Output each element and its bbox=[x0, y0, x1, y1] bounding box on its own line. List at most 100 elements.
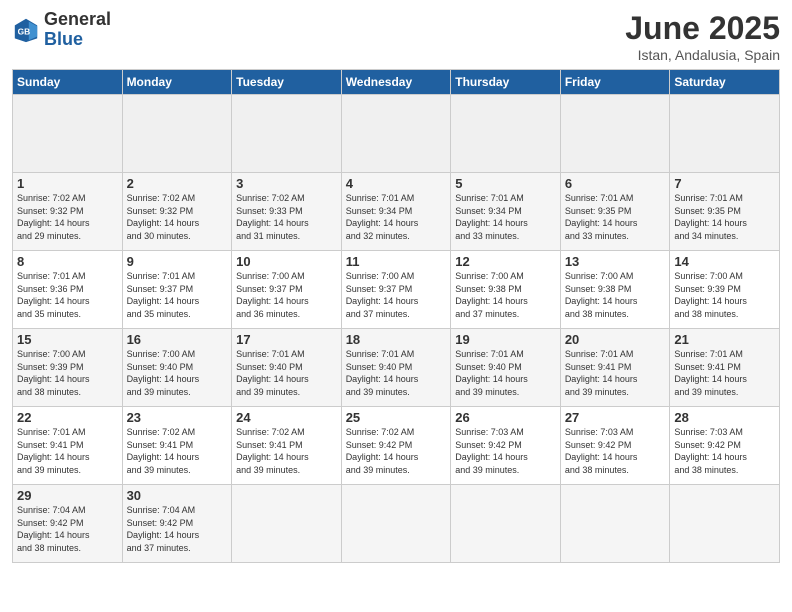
svg-text:GB: GB bbox=[18, 26, 31, 36]
calendar-cell: 20Sunrise: 7:01 AM Sunset: 9:41 PM Dayli… bbox=[560, 329, 670, 407]
week-row-2: 8Sunrise: 7:01 AM Sunset: 9:36 PM Daylig… bbox=[13, 251, 780, 329]
day-info: Sunrise: 7:04 AM Sunset: 9:42 PM Dayligh… bbox=[17, 504, 118, 554]
calendar-cell: 28Sunrise: 7:03 AM Sunset: 9:42 PM Dayli… bbox=[670, 407, 780, 485]
day-info: Sunrise: 7:00 AM Sunset: 9:37 PM Dayligh… bbox=[346, 270, 447, 320]
calendar-cell: 10Sunrise: 7:00 AM Sunset: 9:37 PM Dayli… bbox=[232, 251, 342, 329]
calendar-cell: 19Sunrise: 7:01 AM Sunset: 9:40 PM Dayli… bbox=[451, 329, 561, 407]
day-info: Sunrise: 7:01 AM Sunset: 9:36 PM Dayligh… bbox=[17, 270, 118, 320]
calendar-cell: 14Sunrise: 7:00 AM Sunset: 9:39 PM Dayli… bbox=[670, 251, 780, 329]
day-number: 5 bbox=[455, 176, 556, 191]
week-row-3: 15Sunrise: 7:00 AM Sunset: 9:39 PM Dayli… bbox=[13, 329, 780, 407]
day-info: Sunrise: 7:01 AM Sunset: 9:35 PM Dayligh… bbox=[565, 192, 666, 242]
column-header-saturday: Saturday bbox=[670, 70, 780, 95]
day-info: Sunrise: 7:02 AM Sunset: 9:41 PM Dayligh… bbox=[236, 426, 337, 476]
day-number: 7 bbox=[674, 176, 775, 191]
day-number: 15 bbox=[17, 332, 118, 347]
column-header-monday: Monday bbox=[122, 70, 232, 95]
calendar-cell: 21Sunrise: 7:01 AM Sunset: 9:41 PM Dayli… bbox=[670, 329, 780, 407]
day-info: Sunrise: 7:01 AM Sunset: 9:41 PM Dayligh… bbox=[565, 348, 666, 398]
day-number: 14 bbox=[674, 254, 775, 269]
day-number: 16 bbox=[127, 332, 228, 347]
logo-blue-text: Blue bbox=[44, 30, 111, 50]
day-info: Sunrise: 7:01 AM Sunset: 9:37 PM Dayligh… bbox=[127, 270, 228, 320]
calendar-cell bbox=[341, 485, 451, 563]
column-header-tuesday: Tuesday bbox=[232, 70, 342, 95]
day-number: 18 bbox=[346, 332, 447, 347]
day-info: Sunrise: 7:00 AM Sunset: 9:38 PM Dayligh… bbox=[565, 270, 666, 320]
title-block: June 2025 Istan, Andalusia, Spain bbox=[625, 10, 780, 63]
calendar-cell bbox=[232, 95, 342, 173]
day-number: 24 bbox=[236, 410, 337, 425]
calendar-cell: 18Sunrise: 7:01 AM Sunset: 9:40 PM Dayli… bbox=[341, 329, 451, 407]
day-number: 8 bbox=[17, 254, 118, 269]
calendar-cell: 27Sunrise: 7:03 AM Sunset: 9:42 PM Dayli… bbox=[560, 407, 670, 485]
day-info: Sunrise: 7:02 AM Sunset: 9:42 PM Dayligh… bbox=[346, 426, 447, 476]
day-info: Sunrise: 7:00 AM Sunset: 9:39 PM Dayligh… bbox=[17, 348, 118, 398]
day-number: 28 bbox=[674, 410, 775, 425]
calendar-cell: 1Sunrise: 7:02 AM Sunset: 9:32 PM Daylig… bbox=[13, 173, 123, 251]
day-number: 25 bbox=[346, 410, 447, 425]
week-row-5: 29Sunrise: 7:04 AM Sunset: 9:42 PM Dayli… bbox=[13, 485, 780, 563]
page-container: GB General Blue June 2025 Istan, Andalus… bbox=[0, 0, 792, 573]
column-header-thursday: Thursday bbox=[451, 70, 561, 95]
calendar-cell: 29Sunrise: 7:04 AM Sunset: 9:42 PM Dayli… bbox=[13, 485, 123, 563]
calendar-title: June 2025 bbox=[625, 10, 780, 47]
calendar-cell: 3Sunrise: 7:02 AM Sunset: 9:33 PM Daylig… bbox=[232, 173, 342, 251]
calendar-cell: 23Sunrise: 7:02 AM Sunset: 9:41 PM Dayli… bbox=[122, 407, 232, 485]
day-number: 29 bbox=[17, 488, 118, 503]
day-info: Sunrise: 7:01 AM Sunset: 9:41 PM Dayligh… bbox=[674, 348, 775, 398]
calendar-cell: 13Sunrise: 7:00 AM Sunset: 9:38 PM Dayli… bbox=[560, 251, 670, 329]
calendar-cell bbox=[670, 95, 780, 173]
day-number: 6 bbox=[565, 176, 666, 191]
day-info: Sunrise: 7:03 AM Sunset: 9:42 PM Dayligh… bbox=[565, 426, 666, 476]
calendar-cell bbox=[451, 485, 561, 563]
calendar-cell bbox=[451, 95, 561, 173]
calendar-table: SundayMondayTuesdayWednesdayThursdayFrid… bbox=[12, 69, 780, 563]
logo-icon: GB bbox=[12, 16, 40, 44]
calendar-cell: 8Sunrise: 7:01 AM Sunset: 9:36 PM Daylig… bbox=[13, 251, 123, 329]
calendar-cell: 4Sunrise: 7:01 AM Sunset: 9:34 PM Daylig… bbox=[341, 173, 451, 251]
day-number: 10 bbox=[236, 254, 337, 269]
day-info: Sunrise: 7:01 AM Sunset: 9:41 PM Dayligh… bbox=[17, 426, 118, 476]
day-number: 1 bbox=[17, 176, 118, 191]
day-number: 13 bbox=[565, 254, 666, 269]
calendar-cell: 26Sunrise: 7:03 AM Sunset: 9:42 PM Dayli… bbox=[451, 407, 561, 485]
calendar-cell bbox=[13, 95, 123, 173]
day-number: 11 bbox=[346, 254, 447, 269]
calendar-cell: 30Sunrise: 7:04 AM Sunset: 9:42 PM Dayli… bbox=[122, 485, 232, 563]
calendar-cell: 15Sunrise: 7:00 AM Sunset: 9:39 PM Dayli… bbox=[13, 329, 123, 407]
calendar-cell bbox=[232, 485, 342, 563]
day-info: Sunrise: 7:01 AM Sunset: 9:40 PM Dayligh… bbox=[346, 348, 447, 398]
calendar-cell: 22Sunrise: 7:01 AM Sunset: 9:41 PM Dayli… bbox=[13, 407, 123, 485]
day-number: 27 bbox=[565, 410, 666, 425]
day-number: 3 bbox=[236, 176, 337, 191]
calendar-cell: 11Sunrise: 7:00 AM Sunset: 9:37 PM Dayli… bbox=[341, 251, 451, 329]
column-header-friday: Friday bbox=[560, 70, 670, 95]
calendar-header-row: SundayMondayTuesdayWednesdayThursdayFrid… bbox=[13, 70, 780, 95]
calendar-cell: 2Sunrise: 7:02 AM Sunset: 9:32 PM Daylig… bbox=[122, 173, 232, 251]
calendar-cell bbox=[560, 485, 670, 563]
day-info: Sunrise: 7:01 AM Sunset: 9:40 PM Dayligh… bbox=[455, 348, 556, 398]
day-number: 26 bbox=[455, 410, 556, 425]
day-info: Sunrise: 7:02 AM Sunset: 9:33 PM Dayligh… bbox=[236, 192, 337, 242]
day-info: Sunrise: 7:02 AM Sunset: 9:32 PM Dayligh… bbox=[17, 192, 118, 242]
week-row-0 bbox=[13, 95, 780, 173]
day-number: 17 bbox=[236, 332, 337, 347]
day-info: Sunrise: 7:03 AM Sunset: 9:42 PM Dayligh… bbox=[455, 426, 556, 476]
day-number: 21 bbox=[674, 332, 775, 347]
week-row-4: 22Sunrise: 7:01 AM Sunset: 9:41 PM Dayli… bbox=[13, 407, 780, 485]
day-info: Sunrise: 7:02 AM Sunset: 9:32 PM Dayligh… bbox=[127, 192, 228, 242]
calendar-cell: 25Sunrise: 7:02 AM Sunset: 9:42 PM Dayli… bbox=[341, 407, 451, 485]
day-info: Sunrise: 7:02 AM Sunset: 9:41 PM Dayligh… bbox=[127, 426, 228, 476]
day-number: 4 bbox=[346, 176, 447, 191]
column-header-sunday: Sunday bbox=[13, 70, 123, 95]
day-number: 22 bbox=[17, 410, 118, 425]
logo: GB General Blue bbox=[12, 10, 111, 50]
calendar-cell bbox=[122, 95, 232, 173]
day-number: 2 bbox=[127, 176, 228, 191]
day-info: Sunrise: 7:00 AM Sunset: 9:39 PM Dayligh… bbox=[674, 270, 775, 320]
day-info: Sunrise: 7:01 AM Sunset: 9:40 PM Dayligh… bbox=[236, 348, 337, 398]
day-number: 9 bbox=[127, 254, 228, 269]
calendar-cell bbox=[560, 95, 670, 173]
day-info: Sunrise: 7:00 AM Sunset: 9:40 PM Dayligh… bbox=[127, 348, 228, 398]
